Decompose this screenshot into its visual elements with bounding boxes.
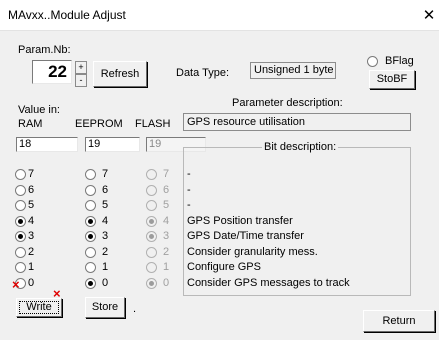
radio-dot	[88, 234, 93, 239]
eeprom-bit-radio[interactable]	[85, 262, 96, 273]
bit-description-line: Consider granularity mess.	[187, 246, 318, 258]
ram-bit-radio[interactable]	[15, 169, 26, 180]
flash-bit-label: 4	[163, 215, 170, 227]
flash-bit-radio	[146, 262, 157, 273]
param-desc-label: Parameter description:	[232, 97, 343, 109]
flash-header: FLASH	[135, 118, 171, 130]
close-icon[interactable]: ✕	[421, 6, 437, 24]
eeprom-bit-label: 1	[102, 261, 109, 273]
ram-header: RAM	[18, 118, 43, 130]
red-x-marker-icon: ×	[53, 286, 61, 301]
ram-bit-radio[interactable]	[15, 262, 26, 273]
red-x-marker-icon: ×	[12, 277, 20, 292]
window-title: MAvxx..Module Adjust	[8, 8, 126, 22]
flash-bit-label: 5	[163, 199, 170, 211]
bflag-radio[interactable]	[367, 56, 378, 67]
flash-bit-label: 3	[163, 230, 170, 242]
eeprom-bit-radio[interactable]	[85, 200, 96, 211]
eeprom-bit-label: 7	[102, 168, 109, 180]
param-nb-field[interactable]: 22	[32, 60, 72, 84]
flash-bit-label: 7	[163, 168, 170, 180]
return-button-label: Return	[382, 315, 416, 327]
eeprom-bit-label: 2	[102, 246, 109, 258]
eeprom-bit-radio[interactable]	[85, 216, 96, 227]
eeprom-bit-radio[interactable]	[85, 278, 96, 289]
bit-description-line: GPS Date/Time transfer	[187, 230, 304, 242]
ram-value-field[interactable]: 18	[16, 137, 78, 152]
write-button-label: Write	[26, 301, 52, 313]
bit-description-line: -	[187, 199, 191, 211]
radio-dot	[88, 281, 93, 286]
flash-bit-label: 2	[163, 246, 170, 258]
bit-description-line: -	[187, 168, 191, 180]
ram-bit-label: 4	[28, 215, 35, 227]
store-button[interactable]: Store	[85, 297, 125, 318]
ram-bit-label: 0	[28, 277, 35, 289]
eeprom-bit-radio[interactable]	[85, 169, 96, 180]
eeprom-bit-label: 6	[102, 184, 109, 196]
bflag-label: BFlag	[385, 55, 414, 67]
flash-bit-radio	[146, 169, 157, 180]
title-bar: MAvxx..Module Adjust ✕	[0, 0, 439, 31]
ram-bit-label: 2	[28, 246, 35, 258]
flash-bit-radio	[146, 231, 157, 242]
flash-bit-radio	[146, 278, 157, 289]
ram-bit-label: 3	[28, 230, 35, 242]
refresh-button[interactable]: Refresh	[93, 61, 147, 87]
flash-bit-label: 0	[163, 277, 170, 289]
bit-description-line: GPS Position transfer	[187, 215, 293, 227]
param-nb-label: Param.Nb:	[18, 44, 71, 56]
ram-bit-radio[interactable]	[15, 231, 26, 242]
radio-dot	[88, 219, 93, 224]
eeprom-value-field[interactable]: 19	[85, 137, 140, 152]
eeprom-bit-radio[interactable]	[85, 231, 96, 242]
param-spin-down[interactable]: -	[75, 74, 87, 87]
ram-bit-label: 5	[28, 199, 35, 211]
eeprom-bit-label: 3	[102, 230, 109, 242]
ram-bit-radio[interactable]	[15, 216, 26, 227]
flash-bit-radio	[146, 200, 157, 211]
eeprom-bit-radio[interactable]	[85, 185, 96, 196]
eeprom-header: EEPROM	[75, 118, 123, 130]
radio-dot	[18, 234, 23, 239]
bit-description-line: Configure GPS	[187, 261, 261, 273]
module-adjust-window: MAvxx..Module Adjust ✕ Param.Nb: 22 + - …	[0, 0, 439, 340]
param-desc-field: GPS resource utilisation	[183, 113, 411, 131]
flash-bit-radio	[146, 185, 157, 196]
radio-dot	[149, 281, 154, 286]
flash-bit-label: 6	[163, 184, 170, 196]
ram-bit-radio[interactable]	[15, 185, 26, 196]
eeprom-bit-radio[interactable]	[85, 247, 96, 258]
ram-bit-label: 6	[28, 184, 35, 196]
return-button[interactable]: Return	[363, 310, 435, 332]
eeprom-bit-label: 0	[102, 277, 109, 289]
radio-dot	[149, 219, 154, 224]
radio-dot	[18, 219, 23, 224]
stobf-button-label: StoBF	[376, 73, 408, 85]
data-type-field: Unsigned 1 byte	[250, 62, 336, 79]
status-text: .	[133, 303, 137, 315]
ram-bit-label: 1	[28, 261, 35, 273]
value-in-label: Value in:	[18, 104, 60, 116]
flash-bit-label: 1	[163, 261, 170, 273]
bit-desc-label: Bit description:	[262, 141, 339, 153]
radio-dot	[149, 234, 154, 239]
eeprom-bit-label: 5	[102, 199, 109, 211]
param-spin-up[interactable]: +	[75, 61, 87, 74]
bit-description-line: -	[187, 184, 191, 196]
eeprom-bit-label: 4	[102, 215, 109, 227]
flash-bit-radio	[146, 216, 157, 227]
ram-bit-radio[interactable]	[15, 247, 26, 258]
flash-bit-radio	[146, 247, 157, 258]
refresh-button-label: Refresh	[100, 68, 140, 80]
ram-bit-radio[interactable]	[15, 200, 26, 211]
ram-bit-label: 7	[28, 168, 35, 180]
data-type-label: Data Type:	[176, 67, 229, 79]
stobf-button[interactable]: StoBF	[369, 70, 415, 89]
store-button-label: Store	[91, 301, 119, 313]
bit-description-line: Consider GPS messages to track	[187, 277, 350, 289]
